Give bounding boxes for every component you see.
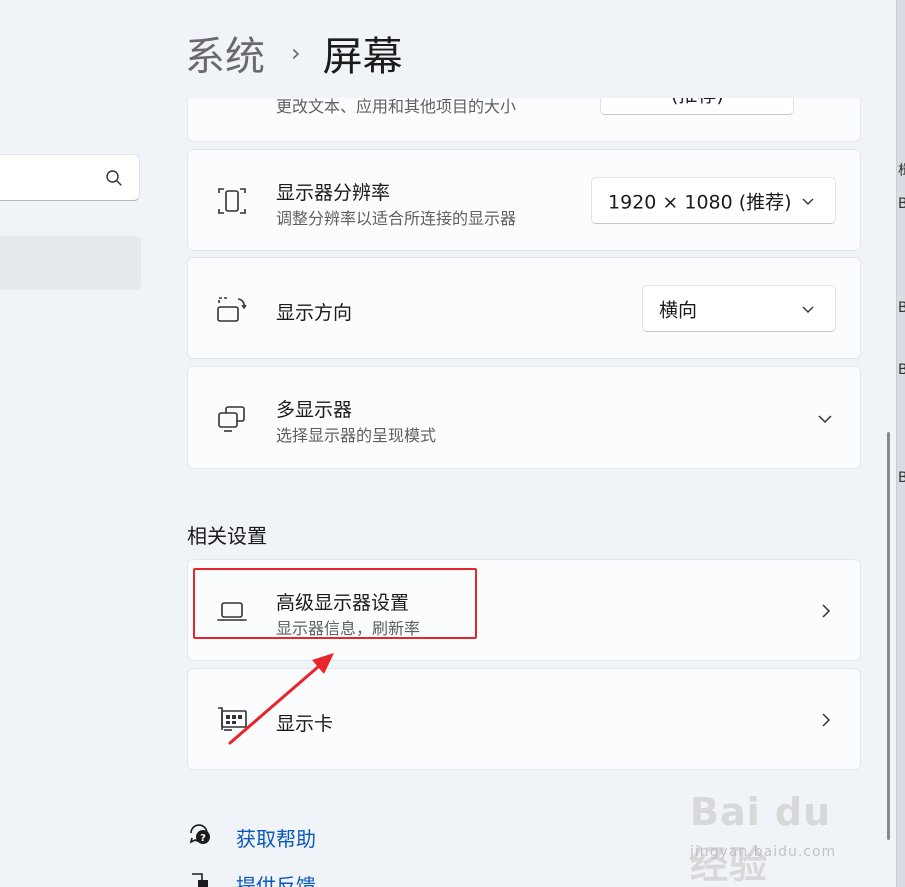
multi-display-title: 多显示器 [276,399,353,421]
help-icon: ? [189,824,210,844]
resolution-setting-card: 显示器分辨率 调整分辨率以适合所连接的显示器 1920 × 1080 (推荐) [187,149,861,251]
feedback-icon [192,873,208,887]
multi-display-subtitle: 选择显示器的呈现模式 [276,426,437,445]
resolution-subtitle: 调整分辨率以适合所连接的显示器 [276,209,517,228]
multi-display-icon [218,406,245,432]
related-settings-heading: 相关设置 [187,524,267,548]
edge-char: B [898,470,905,486]
chevron-down-icon [802,306,814,313]
watermark-url: jingyan.baidu.com [690,844,837,860]
chevron-right-icon [822,713,831,727]
chevron-down-icon [802,198,814,205]
chevron-right-icon [822,604,831,618]
resolution-icon [218,188,246,214]
breadcrumb-system-label[interactable]: 系统 [185,24,265,82]
chevron-down-icon[interactable] [817,411,833,427]
resolution-dropdown[interactable]: 1920 × 1080 (推荐) [591,177,836,224]
page-title-label: 屏幕 [322,34,403,80]
settings-window: 系统 › 屏幕 更改文本、应用和其他项目的大小 (推荐) 系统 › 屏幕 显示器… [0,0,896,887]
sidebar-item-selected[interactable] [0,236,141,290]
edge-char: 楫 [898,160,905,180]
edge-char: B [898,362,905,378]
resolution-title: 显示器分辨率 [276,182,391,204]
breadcrumb-chevron: › [291,39,301,67]
search-input[interactable] [0,154,140,201]
annotation-arrow [228,653,334,745]
get-help-link[interactable]: 获取帮助 [236,823,316,852]
page-header-front: 系统 › 屏幕 [185,24,403,82]
search-icon[interactable] [105,169,123,187]
orientation-dropdown[interactable]: 横向 [642,285,836,332]
watermark-brand: Bai du 经验 [690,790,832,887]
orientation-title: 显示方向 [276,302,353,324]
edge-char: B [898,196,905,212]
svg-text:?: ? [200,833,206,844]
edge-char: B [898,300,905,316]
orientation-dropdown-value: 横向 [659,299,698,321]
feedback-link[interactable]: 提供反馈 [236,870,316,887]
orientation-icon [217,297,247,322]
multi-display-card[interactable]: 多显示器 选择显示器的呈现模式 [187,366,861,469]
orientation-setting-card: 显示方向 横向 [187,257,861,359]
annotation-highlight-box [193,568,477,639]
scrollbar[interactable] [887,432,890,840]
resolution-dropdown-value: 1920 × 1080 (推荐) [608,191,792,213]
background-window-edge: 楫 B B B B [896,0,905,887]
watermark-logo: Bai du 经验 jingyan.baidu.com [690,790,860,887]
